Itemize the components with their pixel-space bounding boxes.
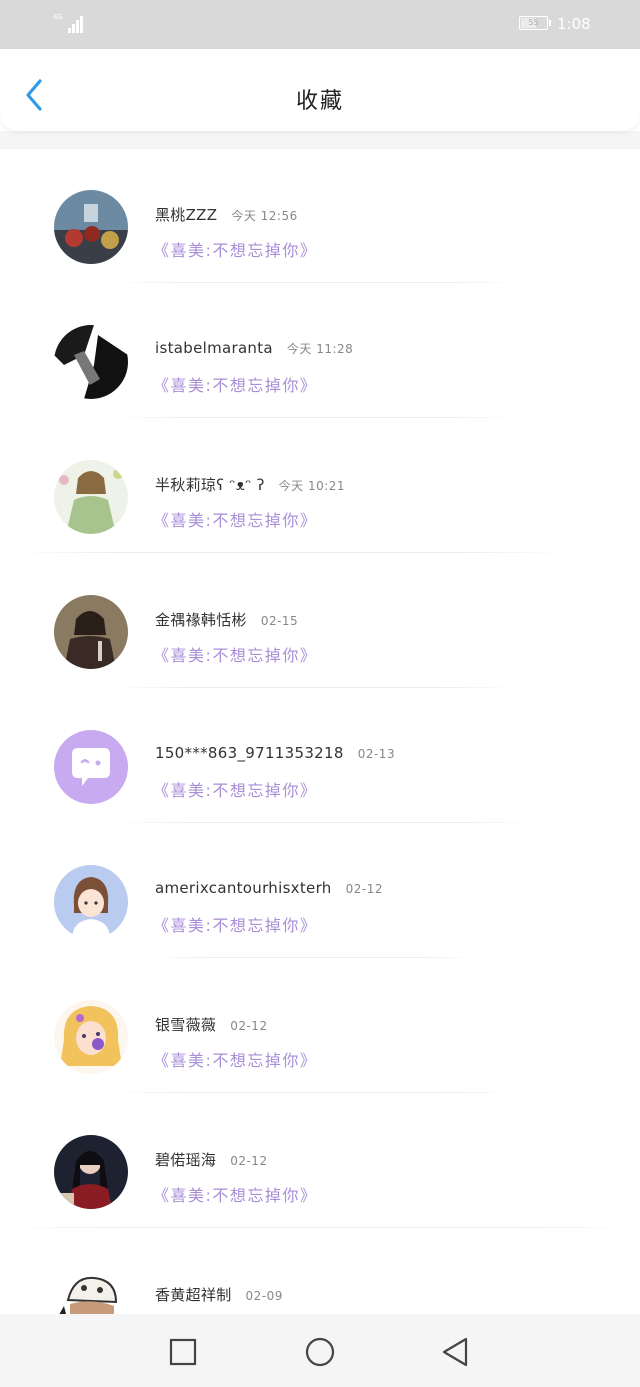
divider xyxy=(150,957,480,958)
app-header: 收藏 xyxy=(0,49,640,131)
user-name-row: 半秋莉琼ʕ ᵔᴥᵔ ʔ 今天 10:21 xyxy=(155,474,345,495)
system-nav-bar xyxy=(0,1314,640,1387)
nav-back-button[interactable] xyxy=(438,1334,474,1370)
triangle-back-icon xyxy=(442,1337,468,1367)
avatar[interactable] xyxy=(54,730,128,804)
user-name-row: 银雪薇薇 02-12 xyxy=(155,1014,268,1035)
list-item[interactable]: 银雪薇薇 02-12 《喜美:不想忘掉你》 xyxy=(0,959,640,1094)
user-name-row: amerixcantourhisxterh 02-12 xyxy=(155,879,383,897)
network-type: 4G xyxy=(53,13,63,21)
user-name: 香黄超祥制 xyxy=(155,1286,232,1304)
list-item[interactable]: 半秋莉琼ʕ ᵔᴥᵔ ʔ 今天 10:21 《喜美:不想忘掉你》 xyxy=(0,419,640,554)
timestamp: 今天 10:21 xyxy=(278,479,346,493)
battery-level: 55 xyxy=(528,18,539,27)
battery-icon: 55 xyxy=(519,16,548,30)
page-title: 收藏 xyxy=(295,89,344,114)
user-name: 银雪薇薇 xyxy=(155,1016,217,1034)
user-name: 金禑禒韩恬彬 xyxy=(155,611,247,629)
song-quote: 《喜美:不想忘掉你》 xyxy=(153,511,318,530)
avatar[interactable] xyxy=(54,595,128,669)
divider xyxy=(110,1092,520,1093)
song-quote: 《喜美:不想忘掉你》 xyxy=(153,1186,318,1205)
list-item[interactable]: 金禑禒韩恬彬 02-15 《喜美:不想忘掉你》 xyxy=(0,554,640,689)
user-name: istabelmaranta xyxy=(155,339,273,357)
user-name: 150***863_9711353218 xyxy=(155,744,344,762)
avatar[interactable] xyxy=(54,190,128,264)
user-name-row: 碧偌瑶海 02-12 xyxy=(155,1149,268,1170)
user-name-row: 黑桃ZZZ 今天 12:56 xyxy=(155,204,298,225)
user-name: 碧偌瑶海 xyxy=(155,1151,217,1169)
divider xyxy=(110,282,520,283)
avatar[interactable] xyxy=(54,460,128,534)
timestamp: 今天 12:56 xyxy=(231,209,298,223)
divider xyxy=(110,417,520,418)
square-icon xyxy=(169,1338,197,1366)
user-name-row: 150***863_9711353218 02-13 xyxy=(155,744,395,762)
user-name-row: 香黄超祥制 02-09 xyxy=(155,1284,283,1305)
timestamp: 02-13 xyxy=(357,747,396,761)
avatar[interactable] xyxy=(54,325,128,399)
timestamp: 今天 11:28 xyxy=(286,342,354,356)
user-name: 黑桃ZZZ xyxy=(155,206,218,224)
avatar[interactable] xyxy=(54,865,128,939)
list-item[interactable]: amerixcantourhisxterh 02-12 《喜美:不想忘掉你》 xyxy=(0,824,640,959)
divider xyxy=(110,822,540,823)
user-name: amerixcantourhisxterh xyxy=(155,879,332,897)
timestamp: 02-15 xyxy=(260,614,299,628)
user-name-row: istabelmaranta 今天 11:28 xyxy=(155,339,353,357)
status-time: 1:08 xyxy=(557,15,591,33)
recent-apps-button[interactable] xyxy=(165,1334,201,1370)
user-name-row: 金禑禒韩恬彬 02-15 xyxy=(155,609,298,630)
divider xyxy=(10,552,570,553)
song-quote: 《喜美:不想忘掉你》 xyxy=(153,241,318,260)
song-quote: 《喜美:不想忘掉你》 xyxy=(153,916,318,935)
timestamp: 02-12 xyxy=(345,882,383,896)
song-quote: 《喜美:不想忘掉你》 xyxy=(153,376,318,395)
timestamp: 02-12 xyxy=(230,1154,268,1168)
divider xyxy=(0,1227,640,1228)
list-item[interactable]: 黑桃ZZZ 今天 12:56 《喜美:不想忘掉你》 xyxy=(0,149,640,284)
list-item[interactable]: 碧偌瑶海 02-12 《喜美:不想忘掉你》 xyxy=(0,1094,640,1229)
timestamp: 02-09 xyxy=(245,1289,283,1303)
divider xyxy=(110,687,520,688)
home-button[interactable] xyxy=(302,1334,338,1370)
circle-icon xyxy=(305,1337,335,1367)
song-quote: 《喜美:不想忘掉你》 xyxy=(153,1051,318,1070)
user-name: 半秋莉琼ʕ ᵔᴥᵔ ʔ xyxy=(155,476,265,494)
status-bar: 4G 55 1:08 xyxy=(0,0,640,49)
song-quote: 《喜美:不想忘掉你》 xyxy=(153,781,318,800)
header-gap xyxy=(0,131,640,149)
song-quote: 《喜美:不想忘掉你》 xyxy=(153,646,318,665)
list-item[interactable]: 150***863_9711353218 02-13 《喜美:不想忘掉你》 xyxy=(0,689,640,824)
signal-icon xyxy=(65,13,85,33)
avatar[interactable] xyxy=(54,1000,128,1074)
avatar[interactable] xyxy=(54,1135,128,1209)
timestamp: 02-12 xyxy=(230,1019,268,1033)
list-item[interactable]: istabelmaranta 今天 11:28 《喜美:不想忘掉你》 xyxy=(0,284,640,419)
